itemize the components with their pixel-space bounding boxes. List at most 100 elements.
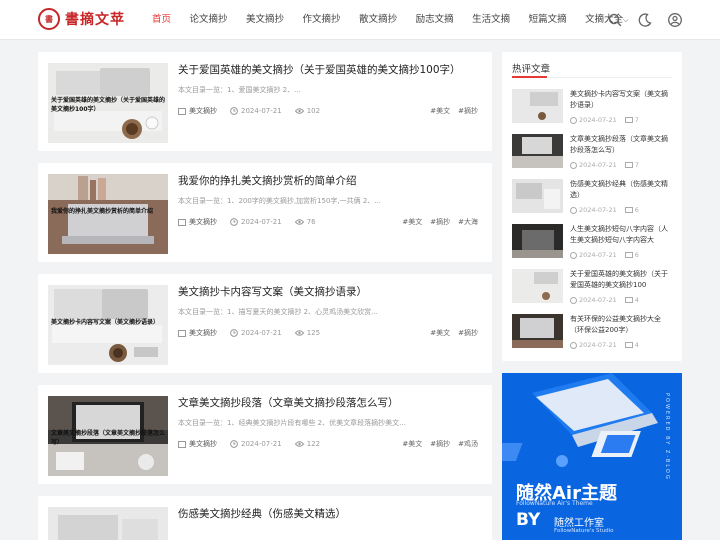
nav-prose-excerpts[interactable]: 美文摘抄 xyxy=(246,0,284,40)
comment-icon xyxy=(624,296,633,303)
nav-sanwen-excerpts[interactable]: 散文摘抄 xyxy=(359,0,397,40)
sidebar-thumbnail xyxy=(512,179,563,213)
article-title[interactable]: 美文摘抄卡内容写文案（美文摘抄语录） xyxy=(178,284,367,299)
sidebar-article-meta: 2024-07-21 6 xyxy=(570,251,639,259)
sidebar-article-item[interactable]: 人生美文摘抄短句八字内容（人生美文摘抄短句八字内容大 2024-07-21 6 xyxy=(512,224,674,262)
article-excerpt: 本文目录一览：1、200字的美文摘抄,加赏析150字,一共俩 2、... xyxy=(178,197,381,205)
article-meta: 美文摘抄 2024-07-21 76 #美文 #摘抄 #大海 xyxy=(178,217,478,227)
article-thumbnail[interactable]: 关于爱国英雄的美文摘抄（关于爱国英雄的美文摘抄100字） xyxy=(48,63,168,143)
folder-icon xyxy=(178,108,186,115)
thumbnail-caption: 我爱你的挣扎美文摘抄赏析的简单介绍 xyxy=(51,208,154,215)
ad-subtitle: FollowNature Air's Theme xyxy=(516,500,593,507)
comment-icon xyxy=(624,341,633,348)
article-excerpt: 本文目录一览：1、描写夏天的美文摘抄 2、心灵鸡汤美文欣赏... xyxy=(178,308,378,316)
sidebar-article-item[interactable]: 美文摘抄卡内容写文案（美文摘抄语录） 2024-07-21 7 xyxy=(512,89,674,127)
tag-link[interactable]: #大海 xyxy=(458,217,478,227)
sidebar-article-title[interactable]: 关于爱国英雄的美文摘抄（关于爱国英雄的美文摘抄100 xyxy=(570,269,674,291)
laptop-photo xyxy=(48,507,168,540)
view-count: 125 xyxy=(294,329,320,337)
sidebar-article-title[interactable]: 伤感美文摘抄经典（伤感美文精选） xyxy=(570,179,674,201)
nav-life[interactable]: 生活文摘 xyxy=(472,0,510,40)
sidebar-article-title[interactable]: 有关环保的公益美文摘抄大全（环保公益200字） xyxy=(570,314,674,336)
tag-list: #美文 #摘抄 #鸡汤 xyxy=(394,439,478,449)
moon-icon[interactable] xyxy=(637,12,653,28)
sidebar-thumbnail xyxy=(512,314,563,348)
tag-list: #美文 #摘抄 xyxy=(422,106,478,116)
site-header: 書 書摘文苹 首页 论文摘抄 美文摘抄 作文摘抄 散文摘抄 励志文摘 生活文摘 … xyxy=(0,0,720,40)
tag-link[interactable]: #美文 xyxy=(402,217,422,227)
article-title[interactable]: 伤感美文摘抄经典（伤感美文精选） xyxy=(178,506,346,521)
article-title[interactable]: 我爱你的挣扎美文摘抄赏析的简单介绍 xyxy=(178,173,357,188)
clock-icon xyxy=(230,440,238,448)
category-link[interactable]: 美文摘抄 xyxy=(178,106,217,116)
nav-inspirational[interactable]: 励志文摘 xyxy=(416,0,454,40)
tag-link[interactable]: #美文 xyxy=(430,106,450,116)
tag-link[interactable]: #鸡汤 xyxy=(458,439,478,449)
search-icon[interactable] xyxy=(607,12,623,28)
article-date: 2024-07-21 xyxy=(230,440,282,448)
sidebar-article-title[interactable]: 人生美文摘抄短句八字内容（人生美文摘抄短句八字内容大 xyxy=(570,224,674,246)
sidebar-thumbnail xyxy=(512,134,563,168)
article-card[interactable]: 文章美文摘抄段落（文章美文摘抄段落怎么写） 文章美文摘抄段落（文章美文摘抄段落怎… xyxy=(38,385,492,484)
eye-icon xyxy=(294,330,304,336)
sidebar-article-item[interactable]: 关于爱国英雄的美文摘抄（关于爱国英雄的美文摘抄100 2024-07-21 4 xyxy=(512,269,674,307)
article-thumbnail[interactable]: 美文摘抄卡内容写文案（美文摘抄语录） xyxy=(48,285,168,365)
comment-icon xyxy=(624,206,633,213)
tag-link[interactable]: #美文 xyxy=(402,439,422,449)
sidebar-article-item[interactable]: 有关环保的公益美文摘抄大全（环保公益200字） 2024-07-21 4 xyxy=(512,314,674,352)
article-thumbnail[interactable]: 文章美文摘抄段落（文章美文摘抄段落怎么写） xyxy=(48,396,168,476)
tag-link[interactable]: #摘抄 xyxy=(430,439,450,449)
nav-short[interactable]: 短篇文摘 xyxy=(529,0,567,40)
tag-link[interactable]: #美文 xyxy=(430,328,450,338)
article-thumbnail[interactable] xyxy=(48,507,168,540)
tag-link[interactable]: #摘抄 xyxy=(458,106,478,116)
article-meta: 美文摘抄 2024-07-21 102 #美文 #摘抄 xyxy=(178,106,478,116)
category-link[interactable]: 美文摘抄 xyxy=(178,217,217,227)
ad-vertical-text: POWERED BY Z-BLOG xyxy=(664,393,670,481)
folder-icon xyxy=(178,219,186,226)
eye-icon xyxy=(294,108,304,114)
clock-icon xyxy=(230,329,238,337)
theme-ad-banner[interactable]: POWERED BY Z-BLOG 随然Air主题 FollowNature A… xyxy=(502,373,682,540)
sidebar-thumbnail xyxy=(512,224,563,258)
ad-studio-subtitle: FollowNature's Studio xyxy=(554,528,614,534)
article-card[interactable]: 伤感美文摘抄经典（伤感美文精选） xyxy=(38,496,492,540)
category-link[interactable]: 美文摘抄 xyxy=(178,439,217,449)
sidebar-article-title[interactable]: 美文摘抄卡内容写文案（美文摘抄语录） xyxy=(570,89,674,111)
article-meta: 美文摘抄 2024-07-21 125 #美文 #摘抄 xyxy=(178,328,478,338)
view-count: 76 xyxy=(294,218,316,226)
sidebar-thumbnail xyxy=(512,269,563,303)
clock-icon xyxy=(230,218,238,226)
user-icon[interactable] xyxy=(667,12,683,28)
article-excerpt: 本文目录一览：1、经典美文摘抄片段有哪些 2、优美文章段落摘抄美文... xyxy=(178,419,406,427)
article-card[interactable]: 我爱你的挣扎美文摘抄赏析的简单介绍 我爱你的挣扎美文摘抄赏析的简单介绍 本文目录… xyxy=(38,163,492,262)
sidebar-article-item[interactable]: 文章美文摘抄段落（文章美文摘抄段落怎么写） 2024-07-21 7 xyxy=(512,134,674,172)
sidebar-article-item[interactable]: 伤感美文摘抄经典（伤感美文精选） 2024-07-21 6 xyxy=(512,179,674,217)
folder-icon xyxy=(178,441,186,448)
article-card[interactable]: 美文摘抄卡内容写文案（美文摘抄语录） 美文摘抄卡内容写文案（美文摘抄语录） 本文… xyxy=(38,274,492,373)
article-title[interactable]: 关于爱国英雄的美文摘抄（关于爱国英雄的美文摘抄100字） xyxy=(178,62,461,77)
nav-essay-excerpts[interactable]: 论文摘抄 xyxy=(190,0,228,40)
article-title[interactable]: 文章美文摘抄段落（文章美文摘抄段落怎么写） xyxy=(178,395,399,410)
tag-list: #美文 #摘抄 xyxy=(422,328,478,338)
nav-composition-excerpts[interactable]: 作文摘抄 xyxy=(303,0,341,40)
nav-home[interactable]: 首页 xyxy=(152,0,171,40)
sidebar-article-meta: 2024-07-21 7 xyxy=(570,116,639,124)
title-accent xyxy=(512,76,547,78)
clock-icon xyxy=(570,161,577,169)
sidebar-article-title[interactable]: 文章美文摘抄段落（文章美文摘抄段落怎么写） xyxy=(570,134,674,156)
article-meta: 美文摘抄 2024-07-21 122 #美文 #摘抄 #鸡汤 xyxy=(178,439,478,449)
article-thumbnail[interactable]: 我爱你的挣扎美文摘抄赏析的简单介绍 xyxy=(48,174,168,254)
logo-text: 書摘文苹 xyxy=(65,12,125,28)
site-logo[interactable]: 書 書摘文苹 xyxy=(38,8,125,30)
main-nav: 首页 论文摘抄 美文摘抄 作文摘抄 散文摘抄 励志文摘 生活文摘 短篇文摘 文摘… xyxy=(152,0,647,40)
clock-icon xyxy=(570,341,577,349)
sidebar-thumbnail xyxy=(512,89,563,123)
comment-icon xyxy=(624,251,633,258)
category-link[interactable]: 美文摘抄 xyxy=(178,328,217,338)
article-card[interactable]: 关于爱国英雄的美文摘抄（关于爱国英雄的美文摘抄100字） 关于爱国英雄的美文摘抄… xyxy=(38,52,492,151)
tag-link[interactable]: #摘抄 xyxy=(430,217,450,227)
article-date: 2024-07-21 xyxy=(230,107,282,115)
tag-link[interactable]: #摘抄 xyxy=(458,328,478,338)
comment-icon xyxy=(624,116,633,123)
